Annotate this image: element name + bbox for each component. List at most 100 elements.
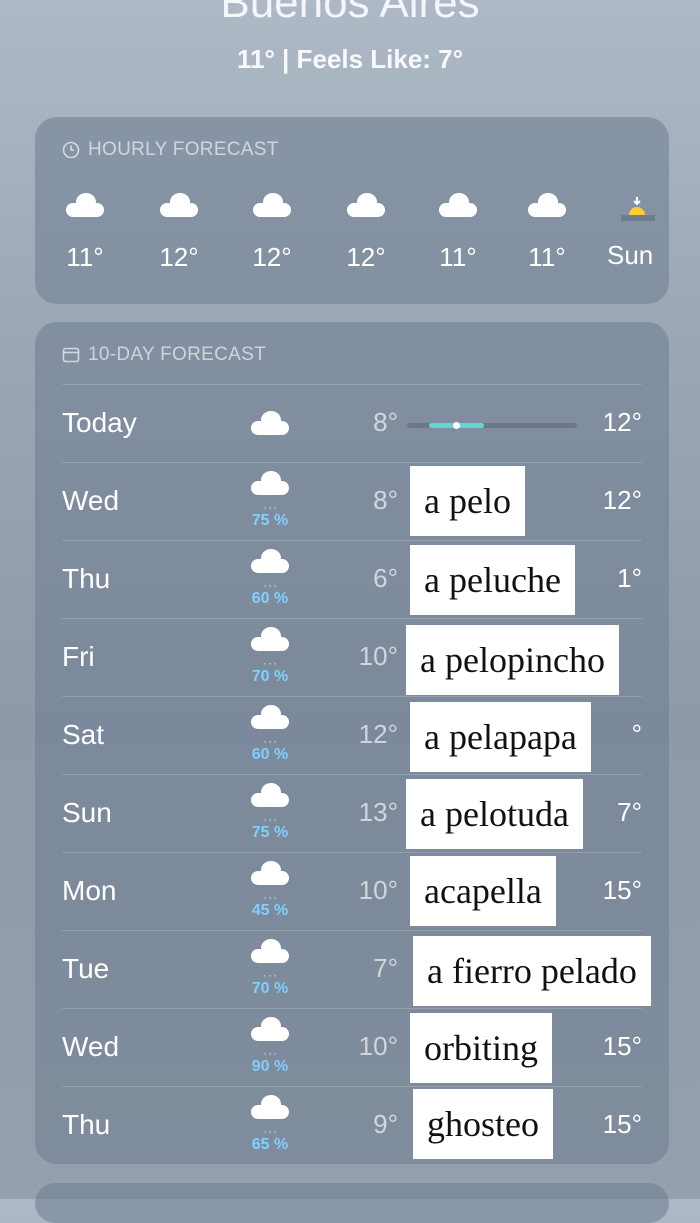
hourly-item: 11° <box>423 193 493 273</box>
hourly-temp: 11° <box>66 242 104 272</box>
overlay-label: a fierro pelado <box>413 936 651 1006</box>
precipitation-chance: 70 % <box>251 980 289 997</box>
forecast-low: 6° <box>373 563 398 593</box>
forecast-day: Today <box>62 407 137 438</box>
forecast-icon-wrap: , , , 75 % <box>240 471 300 530</box>
forecast-high: 12° <box>602 485 642 515</box>
forecast-day: Thu <box>62 563 111 594</box>
hourly-forecast-title: HOURLY FORECAST <box>88 139 279 160</box>
forecast-low: 10° <box>358 1031 398 1061</box>
forecast-high: 7° <box>617 797 642 827</box>
rain-icon <box>251 861 289 885</box>
hourly-temp: 12° <box>159 242 199 272</box>
precipitation-chance: 75 % <box>251 512 289 529</box>
rain-icon <box>251 1017 289 1041</box>
forecast-high: 15° <box>602 1109 642 1139</box>
forecast-high: 1° <box>617 563 642 593</box>
forecast-icon-wrap: , , , 75 % <box>240 783 300 842</box>
forecast-row[interactable]: Wed , , , 75 % 8° 12° <box>62 462 642 541</box>
forecast-low: 10° <box>358 875 398 905</box>
rain-icon <box>251 705 289 729</box>
hourly-forecast-header: HOURLY FORECAST <box>62 139 279 161</box>
hourly-temp: Sun <box>607 240 654 270</box>
overlay-label: a pelotuda <box>406 779 583 849</box>
precipitation-chance: 75 % <box>251 824 289 841</box>
precipitation-chance: 65 % <box>251 1136 289 1153</box>
forecast-low: 8° <box>373 485 398 515</box>
overlay-label: ghosteo <box>413 1089 553 1159</box>
rain-icon <box>251 549 289 573</box>
forecast-row[interactable]: Thu , , , 65 % 9° 15° <box>62 1086 642 1165</box>
forecast-low: 9° <box>373 1109 398 1139</box>
forecast-day: Mon <box>62 875 117 906</box>
cloud-icon <box>528 193 566 217</box>
forecast-icon-wrap: , , , 70 % <box>240 939 300 998</box>
rain-icon <box>251 627 289 651</box>
temperature-range-bar <box>407 422 577 429</box>
hourly-temp: 12° <box>252 242 292 272</box>
next-card-edge[interactable] <box>35 1183 669 1223</box>
hourly-item: 12° <box>237 193 307 273</box>
hourly-temp: 12° <box>346 242 386 272</box>
hourly-forecast-card[interactable]: HOURLY FORECAST 11° 12° 12° 12° 11° 11° … <box>35 117 669 304</box>
rain-icon <box>251 1095 289 1119</box>
forecast-high: 15° <box>602 875 642 905</box>
forecast-day: Tue <box>62 953 110 984</box>
forecast-icon-wrap <box>240 411 300 440</box>
precipitation-chance: 60 % <box>251 590 289 607</box>
hourly-temp: 11° <box>439 242 477 272</box>
forecast-low: 10° <box>358 641 398 671</box>
overlay-label: a pelopincho <box>406 625 619 695</box>
forecast-high: 15° <box>602 1031 642 1061</box>
city-name: Buenos Aires <box>220 0 480 27</box>
hourly-item: 11° <box>512 193 582 273</box>
cloud-icon <box>160 193 198 217</box>
clock-icon <box>62 141 80 159</box>
precipitation-chance: 45 % <box>251 902 289 919</box>
cloud-icon <box>347 193 385 217</box>
forecast-high: 12° <box>602 407 642 437</box>
precipitation-chance: 60 % <box>251 746 289 763</box>
forecast-icon-wrap: , , , 65 % <box>240 1095 300 1154</box>
forecast-day: Fri <box>62 641 95 672</box>
overlay-label: a pelapapa <box>410 702 591 772</box>
rain-icon <box>251 939 289 963</box>
cloud-icon <box>251 411 289 435</box>
forecast-icon-wrap: , , , 70 % <box>240 627 300 686</box>
precipitation-chance: 90 % <box>251 1058 289 1075</box>
forecast-low: 12° <box>358 719 398 749</box>
forecast-icon-wrap: , , , 60 % <box>240 705 300 764</box>
sunset-icon <box>621 197 655 223</box>
forecast-row[interactable]: Today 8° 12° <box>62 384 642 463</box>
hourly-item: 11° <box>50 193 120 273</box>
overlay-label: a pelo <box>410 466 525 536</box>
cloud-icon <box>66 193 104 217</box>
forecast-low: 8° <box>373 407 398 437</box>
forecast-high: ° <box>631 719 642 749</box>
current-temperature: 11° | Feels Like: 7° <box>236 44 464 74</box>
precipitation-chance: 70 % <box>251 668 289 685</box>
overlay-label: acapella <box>410 856 556 926</box>
forecast-day: Wed <box>62 1031 120 1062</box>
ten-day-forecast-header: 10-DAY FORECAST <box>62 344 266 366</box>
forecast-day: Sat <box>62 719 105 750</box>
overlay-label: a peluche <box>410 545 575 615</box>
hourly-item: 12° <box>331 193 401 273</box>
calendar-icon <box>62 347 80 363</box>
forecast-icon-wrap: , , , 60 % <box>240 549 300 608</box>
forecast-day: Thu <box>62 1109 111 1140</box>
ten-day-forecast-title: 10-DAY FORECAST <box>88 344 267 365</box>
forecast-day: Wed <box>62 485 120 516</box>
forecast-icon-wrap: , , , 90 % <box>240 1017 300 1076</box>
current-temperature-dot <box>453 422 460 429</box>
hourly-item: 12° <box>144 193 214 273</box>
rain-icon <box>251 783 289 807</box>
hourly-temp: 11° <box>528 242 566 272</box>
cloud-icon <box>253 193 291 217</box>
overlay-label: orbiting <box>410 1013 552 1083</box>
forecast-row[interactable]: Wed , , , 90 % 10° 15° <box>62 1008 642 1087</box>
forecast-low: 7° <box>373 953 398 983</box>
cloud-icon <box>439 193 477 217</box>
forecast-low: 13° <box>358 797 398 827</box>
hourly-item: Sun <box>607 195 669 271</box>
